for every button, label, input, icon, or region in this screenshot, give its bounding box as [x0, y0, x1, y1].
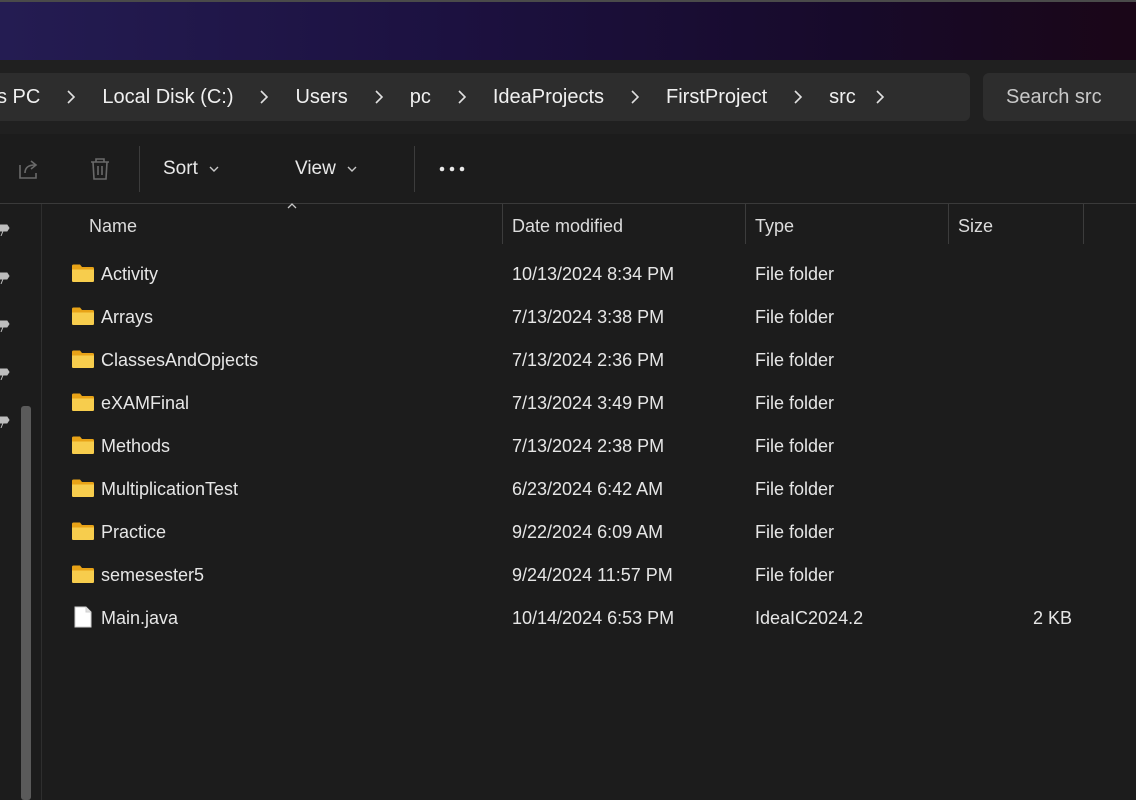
pin-icon[interactable]: [0, 318, 10, 332]
cell-date-modified: 10/13/2024 8:34 PM: [512, 264, 675, 284]
breadcrumb-item-pc[interactable]: pc: [406, 86, 435, 109]
search-input[interactable]: Search src: [983, 73, 1136, 121]
table-row[interactable]: MultiplicationTest 6/23/2024 6:42 AM File …: [42, 468, 1136, 511]
chevron-right-icon[interactable]: [237, 89, 291, 105]
breadcrumb-item-src[interactable]: src: [825, 86, 860, 109]
column-header-date-modified[interactable]: Date modified: [512, 204, 623, 248]
column-divider[interactable]: [1083, 204, 1084, 244]
chevron-right-icon[interactable]: [435, 89, 489, 105]
folder-icon: [71, 306, 95, 326]
table-row[interactable]: eXAMFinal 7/13/2024 3:49 PM File folder: [42, 382, 1136, 425]
cell-date-modified: 7/13/2024 2:36 PM: [512, 350, 665, 370]
cell-date-modified: 7/13/2024 2:38 PM: [512, 436, 665, 456]
table-row[interactable]: semesester5 9/24/2024 11:57 PM File folder: [42, 554, 1136, 597]
column-header-name-label: Name: [89, 215, 138, 236]
column-divider[interactable]: [502, 204, 503, 244]
cell-type: File folder: [755, 565, 835, 585]
cell-type: File folder: [755, 436, 835, 456]
pin-icon[interactable]: [0, 366, 10, 380]
breadcrumb-item-firstproject[interactable]: FirstProject: [662, 86, 771, 109]
cell-date-modified: 7/13/2024 3:38 PM: [512, 307, 665, 327]
cell-name: Practice: [101, 522, 167, 542]
table-row[interactable]: Main.java 10/14/2024 6:53 PM IdeaIC2024.2 2…: [42, 597, 1136, 640]
column-header-name[interactable]: Name: [89, 204, 137, 248]
breadcrumb-item-ideaprojects[interactable]: IdeaProjects: [489, 86, 608, 109]
column-header-size-label: Size: [958, 215, 994, 236]
cell-name: Methods: [101, 436, 171, 456]
cell-name: Arrays: [101, 307, 154, 327]
chevron-down-icon: [209, 166, 219, 172]
cell-name: Main.java: [101, 608, 179, 628]
view-label: View: [295, 158, 336, 179]
chevron-right-icon[interactable]: [771, 89, 825, 105]
chevron-right-icon[interactable]: [860, 89, 900, 105]
folder-icon: [71, 435, 95, 455]
table-row[interactable]: ClassesAndOpjects 7/13/2024 2:36 PM File f…: [42, 339, 1136, 382]
cell-name: ClassesAndOpjects: [101, 350, 259, 370]
folder-icon: [71, 263, 95, 283]
cell-type: IdeaIC2024.2: [755, 608, 864, 628]
view-button[interactable]: View: [295, 150, 363, 380]
search-placeholder: Search src: [1006, 85, 1102, 108]
column-header-type[interactable]: Type: [755, 204, 794, 248]
pin-icon[interactable]: [0, 414, 10, 428]
column-header-type-label: Type: [755, 215, 795, 236]
cell-type: File folder: [755, 264, 835, 284]
breadcrumb[interactable]: s PC Local Disk (C:) Users pc IdeaProjec…: [0, 73, 970, 121]
column-header-date-label: Date modified: [512, 215, 624, 236]
cell-name: Activity: [101, 264, 159, 284]
file-list: Name Date modified Type Size Activity 10/…: [42, 203, 1136, 800]
toolbar-divider: [414, 146, 415, 192]
delete-icon[interactable]: [87, 156, 113, 182]
cell-type: File folder: [755, 479, 835, 499]
sort-ascending-icon: [287, 203, 297, 209]
folder-icon: [71, 349, 95, 369]
cell-size: 2 KB: [1032, 608, 1072, 628]
cell-date-modified: 7/13/2024 3:49 PM: [512, 393, 665, 413]
pin-icon[interactable]: [0, 222, 10, 236]
pin-icon[interactable]: [0, 270, 10, 284]
folder-icon: [71, 564, 95, 584]
breadcrumb-item-this-pc[interactable]: s PC: [0, 86, 44, 109]
table-row[interactable]: Practice 9/22/2024 6:09 AM File folder: [42, 511, 1136, 554]
chevron-right-icon[interactable]: [352, 89, 406, 105]
folder-icon: [71, 392, 95, 412]
column-divider[interactable]: [745, 204, 746, 244]
window-titlebar: [0, 0, 1136, 60]
cell-type: File folder: [755, 350, 835, 370]
command-bar: Sort View: [0, 134, 1136, 380]
table-row[interactable]: Methods 7/13/2024 2:38 PM File folder: [42, 425, 1136, 468]
breadcrumb-item-users[interactable]: Users: [291, 86, 351, 109]
chevron-down-icon: [347, 166, 357, 172]
toolbar-divider: [139, 146, 140, 192]
column-divider[interactable]: [948, 204, 949, 244]
folder-icon: [71, 521, 95, 541]
folder-icon: [71, 478, 95, 498]
breadcrumb-item-local-disk[interactable]: Local Disk (C:): [98, 86, 237, 109]
cell-type: File folder: [755, 522, 835, 542]
table-row[interactable]: Arrays 7/13/2024 3:38 PM File folder: [42, 296, 1136, 339]
cell-date-modified: 9/24/2024 11:57 PM: [512, 565, 673, 585]
file-icon: [74, 606, 92, 628]
sort-button[interactable]: Sort: [163, 150, 231, 380]
cell-type: File folder: [755, 393, 835, 413]
table-row[interactable]: Activity 10/13/2024 8:34 PM File folder: [42, 253, 1136, 296]
chevron-right-icon[interactable]: [608, 89, 662, 105]
cell-date-modified: 6/23/2024 6:42 AM: [512, 479, 664, 499]
cell-name: semesester5: [101, 565, 205, 585]
chevron-right-icon[interactable]: [44, 89, 98, 105]
sort-label: Sort: [163, 158, 198, 179]
more-options-icon[interactable]: [439, 156, 465, 182]
cell-date-modified: 9/22/2024 6:09 AM: [512, 522, 664, 542]
cell-date-modified: 10/14/2024 6:53 PM: [512, 608, 675, 628]
address-bar-area: s PC Local Disk (C:) Users pc IdeaProjec…: [0, 60, 1136, 135]
share-icon[interactable]: [16, 156, 42, 182]
column-header-size[interactable]: Size: [958, 204, 993, 248]
cell-name: MultiplicationTest: [101, 479, 239, 499]
cell-name: eXAMFinal: [101, 393, 190, 413]
cell-type: File folder: [755, 307, 835, 327]
navigation-scrollbar[interactable]: [21, 406, 31, 800]
